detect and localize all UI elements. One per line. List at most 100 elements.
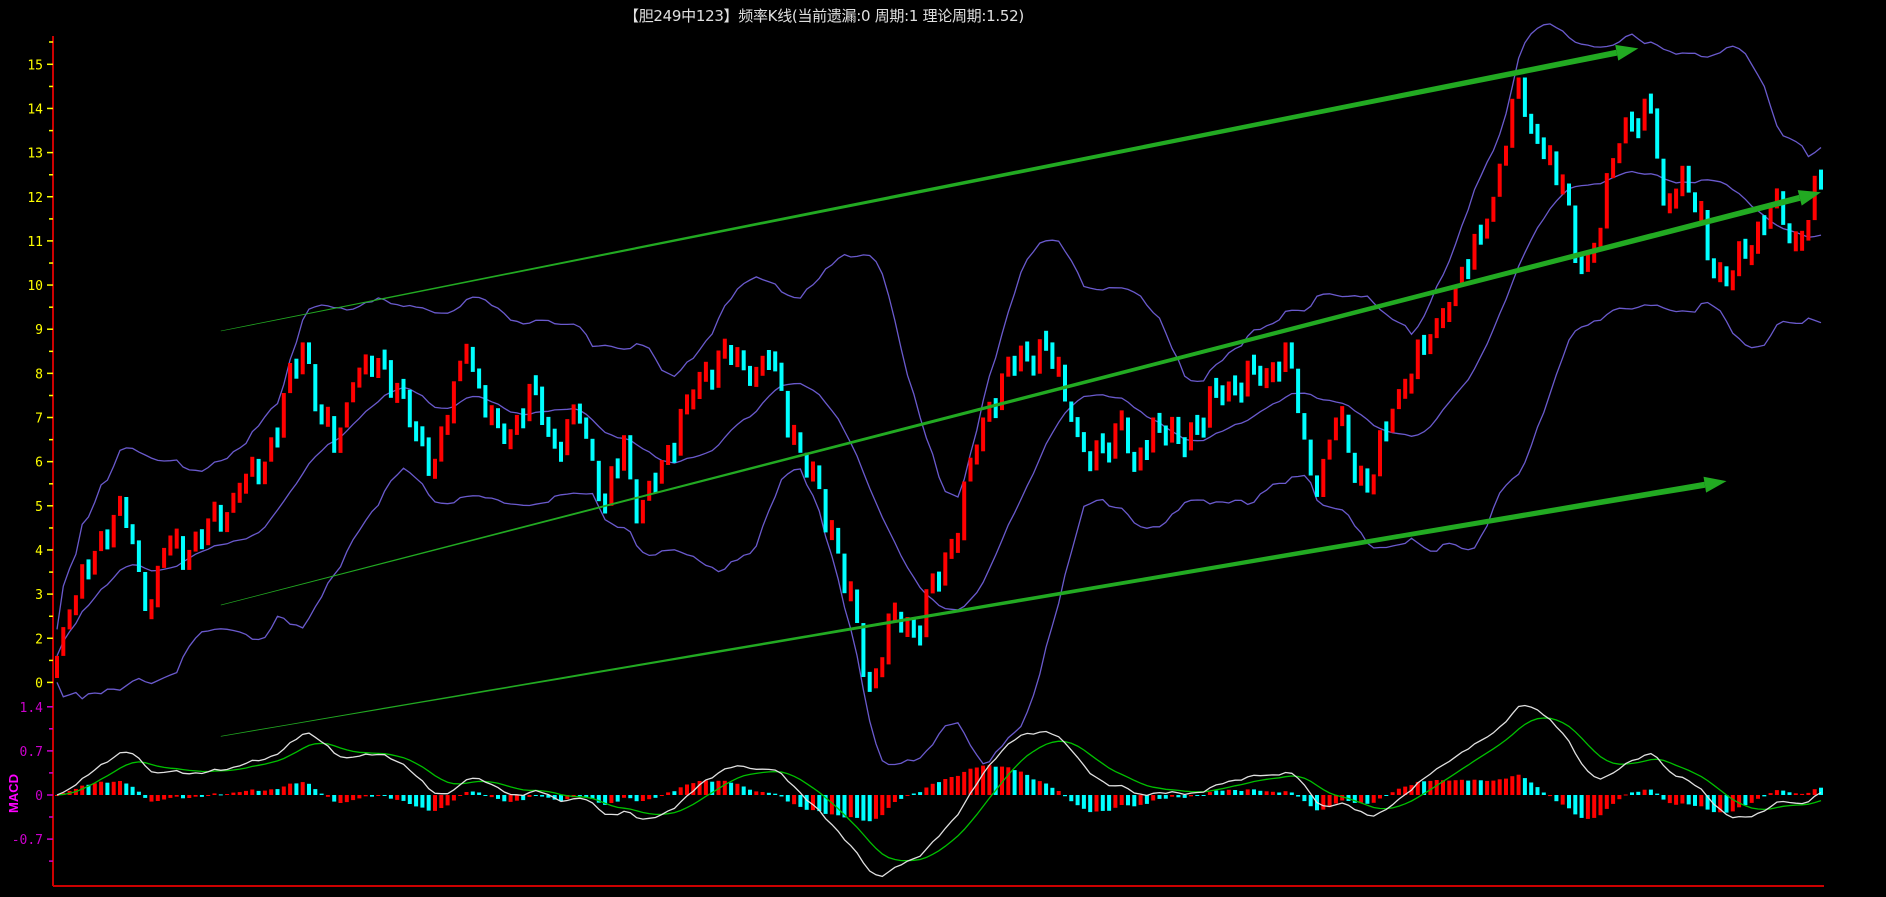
candle-up: [508, 429, 513, 450]
macd-histogram-bar: [1245, 789, 1250, 795]
candle-down: [855, 589, 860, 623]
candle-up: [489, 405, 494, 426]
macd-histogram-bar: [1371, 795, 1376, 803]
candle-up: [92, 550, 97, 575]
price-tick-label: 15: [27, 58, 43, 73]
candle-down: [407, 389, 412, 428]
candle-up: [754, 366, 759, 387]
candle-up: [61, 627, 66, 656]
macd-histogram-bar: [250, 789, 255, 795]
candle-up: [237, 482, 242, 503]
macd-histogram-bar: [407, 795, 412, 804]
candle-down: [628, 435, 633, 480]
macd-histogram-bar: [1207, 792, 1212, 795]
macd-histogram-bar: [1630, 792, 1634, 795]
macd-histogram-bar: [987, 765, 992, 795]
candle-down: [937, 571, 941, 592]
candle-up: [111, 514, 116, 548]
candle-up: [1396, 389, 1401, 410]
candle-up: [981, 417, 986, 452]
macd-histogram-bar: [338, 795, 343, 803]
candle-up: [250, 456, 255, 477]
candle-up: [288, 363, 293, 394]
macd-histogram-bar: [1510, 776, 1515, 795]
macd-histogram-bar: [962, 771, 967, 795]
candle-up: [609, 466, 614, 506]
candle-up: [225, 512, 230, 533]
candle-up: [187, 549, 192, 570]
candle-down: [1289, 342, 1294, 369]
candle-up: [1119, 410, 1124, 431]
candle-up: [647, 480, 652, 501]
candle-down: [105, 529, 110, 550]
macd-histogram-bar: [533, 795, 538, 796]
macd-histogram-bar: [1737, 795, 1742, 808]
macd-histogram-bar: [124, 783, 129, 795]
candle-up: [395, 382, 400, 403]
candle-up: [338, 427, 343, 453]
candle-up: [1768, 205, 1773, 229]
macd-histogram-bar: [514, 795, 519, 801]
candle-up: [880, 657, 885, 678]
candle-up: [1189, 422, 1193, 451]
macd-histogram-bar: [1585, 795, 1590, 819]
candle-down: [1686, 165, 1691, 193]
candle-down: [1648, 93, 1653, 114]
candle-up: [678, 408, 683, 456]
candle-down: [779, 362, 784, 391]
macd-histogram-bar: [1648, 789, 1653, 795]
candle-up: [1037, 339, 1042, 374]
candle-up: [174, 528, 179, 549]
candle-up: [155, 565, 160, 608]
candle-up: [1611, 158, 1616, 179]
candle-up: [1359, 465, 1364, 486]
macd-histogram-bar: [433, 795, 437, 811]
candle-down: [1069, 401, 1074, 422]
candle-up: [1409, 373, 1414, 394]
candle-down: [1567, 183, 1571, 206]
candle-up: [874, 668, 878, 689]
candle-down: [1100, 433, 1105, 454]
macd-histogram-bar: [363, 795, 368, 797]
candle-down: [1025, 341, 1030, 362]
candle-up: [943, 552, 948, 586]
macd-histogram-bar: [1453, 780, 1458, 795]
candle-down: [1693, 192, 1697, 213]
candle-down: [1529, 113, 1534, 134]
macd-histogram-bar: [1573, 795, 1578, 815]
candle-down: [1522, 77, 1527, 117]
macd-histogram-bar: [1567, 795, 1571, 809]
macd-histogram-bar: [300, 782, 305, 795]
candle-up: [974, 444, 979, 465]
macd-histogram-bar: [918, 792, 923, 795]
macd-histogram-bar: [1384, 795, 1389, 796]
candle-up: [244, 473, 248, 494]
candle-up: [1806, 220, 1811, 241]
candle-up: [351, 382, 356, 403]
macd-histogram-bar: [281, 786, 286, 795]
candle-up: [1756, 221, 1760, 254]
candle-down: [275, 427, 280, 448]
macd-histogram-bar: [288, 783, 293, 795]
bollinger-upper-line: [56, 23, 1822, 630]
candle-up: [99, 531, 104, 552]
macd-histogram-bar: [685, 784, 689, 795]
macd-histogram-bar: [1088, 795, 1093, 813]
candle-down: [294, 358, 299, 379]
candle-down: [136, 540, 141, 572]
macd-histogram-bar: [678, 787, 683, 795]
macd-histogram-bar: [622, 795, 626, 798]
macd-histogram-bar: [1063, 795, 1067, 797]
candle-down: [1132, 451, 1137, 472]
candle-down: [1302, 413, 1307, 440]
candle-down: [1220, 385, 1225, 406]
macd-histogram-bar: [1126, 795, 1130, 806]
macd-histogram-bar: [1762, 795, 1767, 797]
macd-histogram-bar: [130, 786, 135, 795]
macd-histogram-bar: [1485, 780, 1490, 795]
candle-down: [1163, 425, 1168, 446]
candle-down: [911, 617, 916, 638]
macd-histogram-bar: [92, 783, 97, 795]
candle-up: [439, 426, 444, 462]
macd-histogram-bar: [672, 791, 677, 795]
